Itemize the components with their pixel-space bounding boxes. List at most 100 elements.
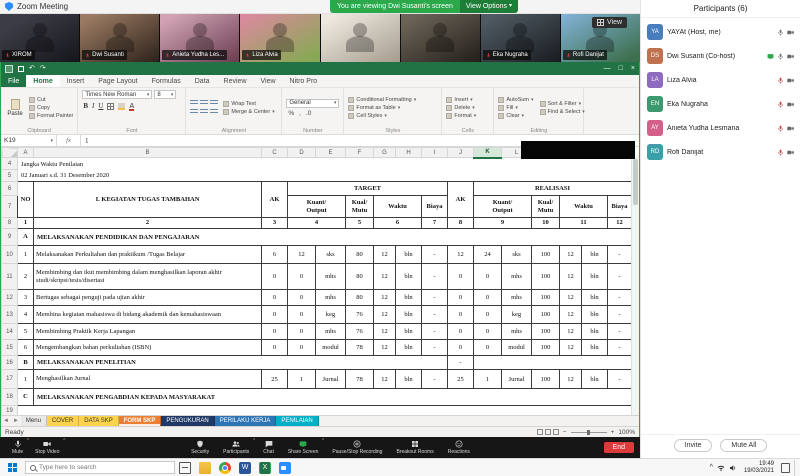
ribbon-tab-data[interactable]: Data [188,75,217,87]
cell[interactable]: 0 [288,306,316,324]
cell[interactable] [474,356,632,370]
cell[interactable]: 100 [532,246,560,264]
cell[interactable]: - [422,264,448,290]
percent-style-button[interactable]: % [288,110,294,117]
cell[interactable]: 1 [288,370,316,389]
cell[interactable]: bln [582,340,608,356]
toolbar-chat-button[interactable]: Chat [257,437,280,458]
cell[interactable]: 76 [346,306,374,324]
cell[interactable]: 4 [18,306,34,324]
cell[interactable]: - [608,324,632,340]
cell[interactable]: - [422,324,448,340]
cell[interactable]: 12 [374,324,396,340]
invite-button[interactable]: Invite [674,439,713,452]
cell[interactable]: 3 [262,218,288,229]
cell[interactable]: 100 [532,340,560,356]
cell[interactable]: Bertugas sebagai penguji pada ujian akhi… [34,290,262,306]
cell[interactable]: 0 [262,264,288,290]
cell[interactable]: - [608,340,632,356]
cell[interactable]: - [422,246,448,264]
cell[interactable]: 2 [18,264,34,290]
cell[interactable]: MELAKSANAKAN PENELITIAN [34,356,448,370]
video-tile[interactable]: XIROM [0,14,79,62]
cell[interactable]: 0 [474,264,502,290]
cell[interactable]: 12 [560,324,582,340]
cell[interactable]: 0 [262,306,288,324]
align-bottom-icon[interactable] [210,100,218,106]
cell[interactable]: - [608,370,632,389]
chrome-icon[interactable] [219,462,231,474]
cell[interactable]: bln [582,370,608,389]
video-tile[interactable]: Dwi Susanti [80,14,159,62]
align-top-icon[interactable] [190,100,198,106]
video-tile[interactable] [401,14,480,62]
ribbon-tab-formulas[interactable]: Formulas [145,75,188,87]
name-box[interactable]: K19 ▾ [1,135,57,146]
chevron-up-icon[interactable]: ^ [253,438,255,444]
cell[interactable]: 10 [532,218,560,229]
cell[interactable]: C [18,389,34,406]
cell[interactable]: Menghasilkan Jurnal [34,370,262,389]
cell[interactable]: modul [316,340,346,356]
styles-conditional-formatting-button[interactable]: Conditional Formatting▾ [348,97,416,103]
font-size-select[interactable]: 8 ▾ [154,90,176,99]
cell[interactable]: 100 [532,370,560,389]
align-center-icon[interactable] [200,109,208,115]
cell[interactable]: 100 [532,306,560,324]
row-header-7[interactable]: 7 [2,196,18,218]
cell[interactable]: 4 [288,218,346,229]
cell[interactable]: 12 [560,290,582,306]
editing-fill-button[interactable]: Fill▾ [498,105,533,111]
zoom-app-icon[interactable] [279,462,291,474]
column-header-H[interactable]: H [396,148,422,158]
toolbar-security-button[interactable]: Security [185,437,215,458]
volume-icon[interactable] [729,464,737,472]
row-header-12[interactable]: 12 [2,290,18,306]
column-header-I[interactable]: I [422,148,448,158]
cell[interactable]: A [18,229,34,246]
ribbon-tab-view[interactable]: View [254,75,283,87]
cell[interactable]: bln [396,246,422,264]
cell[interactable]: bln [396,370,422,389]
notification-icon[interactable] [781,463,790,473]
ribbon-tab-page-layout[interactable]: Page Layout [91,75,144,87]
toolbar-share-screen-button[interactable]: ^Share Screen [282,437,325,458]
taskbar-search[interactable]: Type here to search [25,461,175,474]
cell[interactable]: keg [502,306,532,324]
cell[interactable]: 1 [18,246,34,264]
save-icon[interactable] [18,66,24,72]
row-header-6[interactable]: 6 [2,182,18,196]
cell[interactable]: 12 [608,218,632,229]
font-color-button[interactable]: A [129,103,134,110]
cell[interactable]: 12 [374,264,396,290]
cell[interactable]: 2 [34,218,262,229]
cell[interactable]: 11 [560,218,608,229]
cell[interactable]: bln [396,290,422,306]
cell[interactable]: 5 [18,324,34,340]
clipboard-format-painter-button[interactable]: Format Painter [29,113,73,119]
cell[interactable]: - [422,340,448,356]
task-view-icon[interactable] [179,462,191,474]
cell[interactable]: keg [316,306,346,324]
cell[interactable]: NO [18,182,34,218]
cell[interactable]: 12 [374,370,396,389]
cell[interactable]: mhs [316,324,346,340]
mute-all-button[interactable]: Mute All [720,439,767,452]
cell[interactable]: 0 [448,264,474,290]
column-header-C[interactable]: C [262,148,288,158]
underline-button[interactable]: U [98,102,103,110]
cell[interactable]: - [608,290,632,306]
redo-icon[interactable]: ↷ [40,65,46,72]
styles-cell-styles-button[interactable]: Cell Styles▾ [348,113,416,119]
cell[interactable]: 12 [560,306,582,324]
cell[interactable]: 100 [532,324,560,340]
chevron-up-icon[interactable]: ^ [63,438,65,444]
cell[interactable]: 1 [18,218,34,229]
ribbon-tab-review[interactable]: Review [217,75,254,87]
cell[interactable]: Jangka Waktu Penilaian [18,158,632,170]
cell[interactable]: Kual/ Mutu [532,196,560,218]
cell[interactable]: bln [582,290,608,306]
editing-clear-button[interactable]: Clear▾ [498,113,533,119]
close-button[interactable]: × [631,65,635,72]
cell[interactable]: Membimbing Praktik Kerja Lapangan [34,324,262,340]
